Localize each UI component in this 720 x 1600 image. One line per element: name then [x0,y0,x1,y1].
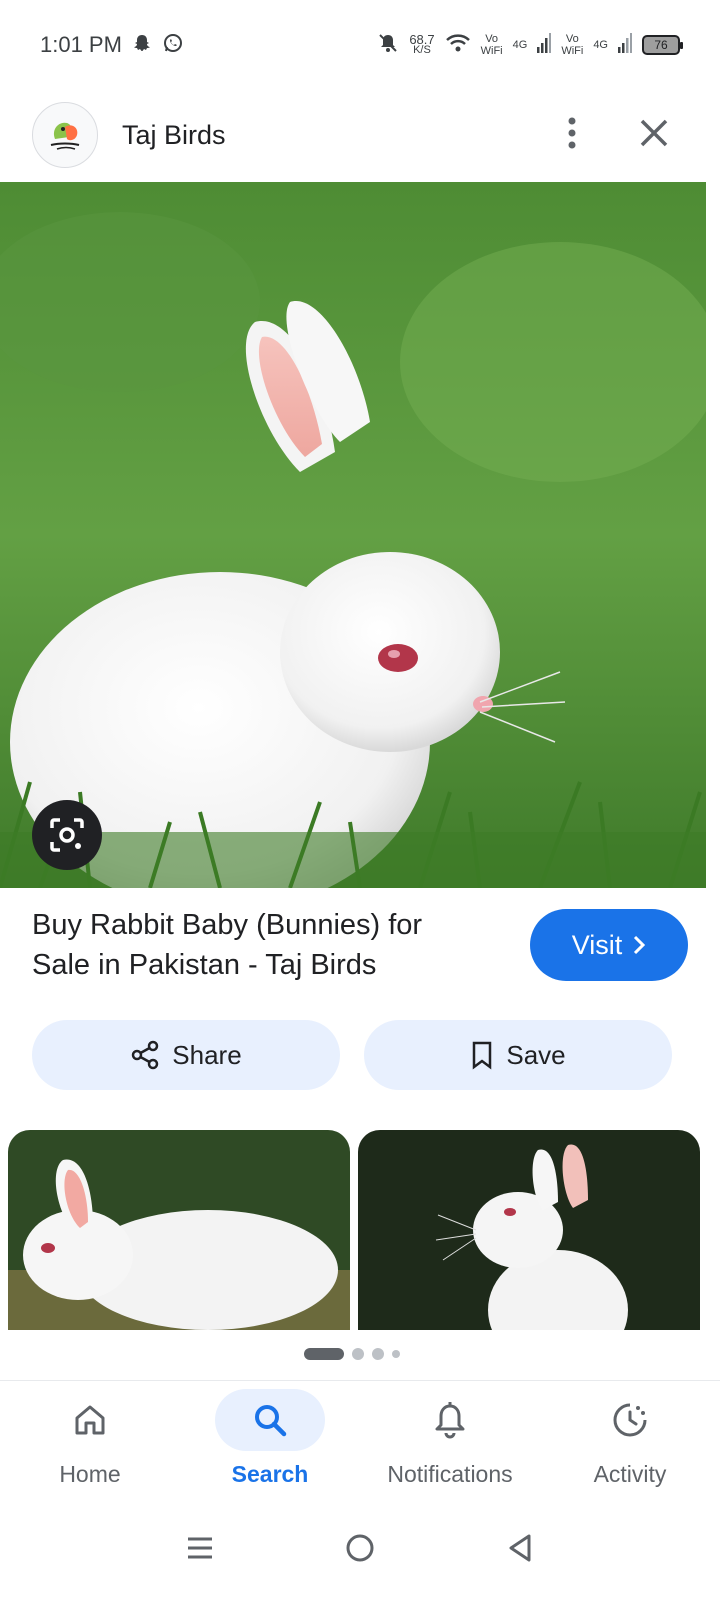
sim1-label: Vo WiFi [480,33,503,57]
signal-bars-icon [618,32,632,58]
site-logo[interactable] [32,102,98,168]
nav-label-activity: Activity [593,1461,667,1487]
snapchat-icon [132,33,152,58]
related-image[interactable] [8,1130,350,1330]
home-circle-icon[interactable] [345,1533,375,1568]
share-button[interactable]: Share [32,1020,340,1090]
sim2-network: 4G [593,39,608,51]
status-left: 1:01 PM [40,32,184,59]
rabbit-thumbnail [358,1130,700,1330]
bottom-navigation: Home Search Notifications Activity [0,1380,720,1500]
wifi-icon [445,32,471,59]
battery-indicator: 76 [642,35,683,55]
pager-dot [372,1348,384,1360]
google-lens-icon [50,818,84,852]
pager-dot [392,1350,400,1358]
nav-label-search: Search [231,1461,309,1487]
visit-label: Visit [571,929,623,960]
result-title[interactable]: Buy Rabbit Baby (Bunnies) for Sale in Pa… [32,905,482,985]
search-icon [255,1405,287,1437]
status-right: 68.7 K/S Vo WiFi 4G Vo WiFi 4G 76 [377,32,683,59]
header-actions [566,115,670,156]
back-triangle-icon[interactable] [505,1533,535,1568]
share-icon [132,1040,159,1070]
nav-notifications[interactable]: Notifications [360,1381,540,1500]
sim2-label: Vo WiFi [561,33,584,57]
nav-icon-container [35,1389,145,1451]
result-title-row: Buy Rabbit Baby (Bunnies) for Sale in Pa… [32,905,688,985]
rabbit-thumbnail [8,1130,350,1330]
activity-icon [613,1403,647,1437]
home-icon [75,1405,105,1435]
whatsapp-icon [162,32,184,59]
related-image[interactable] [358,1130,700,1330]
signal-bars-icon [537,32,552,58]
recent-apps-icon[interactable] [185,1533,215,1568]
bird-logo-icon [50,122,80,150]
network-speed: 68.7 K/S [409,33,434,56]
lens-search-button[interactable] [32,800,102,870]
bell-icon [435,1402,465,1439]
nav-activity[interactable]: Activity [540,1381,720,1500]
mute-bell-icon [377,32,399,59]
bookmark-icon [473,1041,492,1070]
site-header: Taj Birds [0,95,720,175]
nav-home[interactable]: Home [0,1381,180,1500]
nav-label-notifications: Notifications [387,1461,513,1487]
nav-icon-container [395,1389,505,1451]
carousel-pager [304,1348,400,1360]
system-navigation [0,1500,720,1600]
main-image[interactable] [0,182,706,888]
visit-button[interactable]: Visit [530,909,688,981]
share-label: Share [172,1039,242,1070]
sim1-network: 4G [512,39,528,51]
nav-label-home: Home [59,1461,121,1487]
site-name[interactable]: Taj Birds [122,120,226,151]
save-button[interactable]: Save [364,1020,672,1090]
network-speed-unit: K/S [413,44,431,56]
pager-dot-active [304,1348,344,1360]
rabbit-photo [0,182,706,888]
save-label: Save [506,1039,566,1070]
action-row: Share Save [32,1020,672,1090]
nav-icon-container [575,1389,685,1451]
status-bar: 1:01 PM 68.7 K/S Vo WiFi 4G Vo WiFi 4G 7… [0,0,720,90]
status-time: 1:01 PM [40,32,122,57]
pager-dot [352,1348,364,1360]
related-images [8,1130,700,1330]
nav-search[interactable]: Search [180,1381,360,1500]
nav-icon-container [215,1389,325,1451]
chevron-right-icon [634,935,646,955]
more-options-icon[interactable] [566,115,578,156]
close-icon[interactable] [638,117,670,154]
